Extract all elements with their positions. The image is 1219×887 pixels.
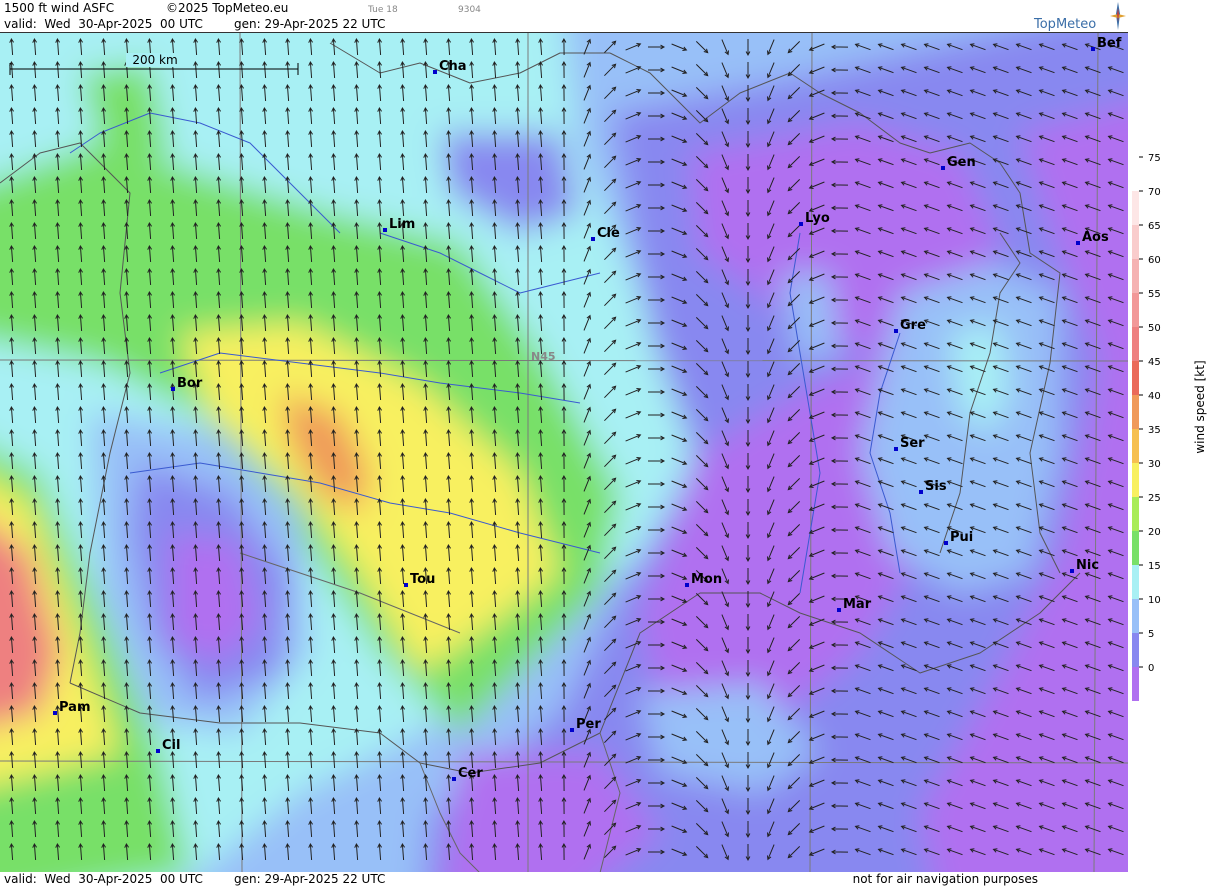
city-pam: Pam (53, 700, 91, 715)
generated-time: gen: 29-Apr-2025 22 UTC (234, 17, 386, 31)
legend-tick-label: 75 (1148, 153, 1161, 164)
legend-tick-label: 35 (1148, 425, 1161, 436)
legend-swatch (1132, 327, 1139, 361)
legend-tick-label: 5 (1148, 629, 1154, 640)
city-label: Lyo (805, 211, 830, 226)
legend-tick-label: 15 (1148, 561, 1161, 572)
city-label: Mar (843, 597, 872, 612)
city-marker (1076, 241, 1080, 245)
legend-swatch (1132, 497, 1139, 531)
city-marker (919, 490, 923, 494)
city-marker (837, 608, 841, 612)
legend-swatch (1132, 565, 1139, 599)
city-marker (404, 583, 408, 587)
map-footer: valid: Wed 30-Apr-2025 00 UTC gen: 29-Ap… (0, 872, 1130, 887)
city-marker (591, 237, 595, 241)
day-tag: Tue 18 (368, 5, 398, 15)
city-label: Ser (900, 436, 925, 451)
legend-swatch (1132, 633, 1139, 667)
city-marker (156, 749, 160, 753)
disclaimer-text: not for air navigation purposes (852, 872, 1038, 886)
city-marker (944, 541, 948, 545)
city-label: Mon (691, 572, 722, 587)
city-marker (171, 387, 175, 391)
legend-swatch (1132, 429, 1139, 463)
legend-swatch (1132, 463, 1139, 497)
footer-generated-time: gen: 29-Apr-2025 22 UTC (234, 872, 386, 886)
city-label: Gre (900, 318, 926, 333)
city-marker (799, 222, 803, 226)
city-label: Cil (162, 738, 180, 753)
footer-valid-time: valid: Wed 30-Apr-2025 00 UTC (4, 872, 203, 886)
city-label: Tou (410, 572, 435, 587)
legend-swatch (1132, 667, 1139, 701)
product-code: 9304 (458, 5, 481, 15)
city-marker (894, 329, 898, 333)
city-marker (452, 777, 456, 781)
legend-swatch (1132, 157, 1139, 191)
city-label: Sis (925, 479, 947, 494)
wind-speed-legend: 75 70 65 60 55 50 45 40 35 30 25 20 15 10 5 0 wind speed… (1128, 32, 1219, 872)
wind-map[interactable]: N45 200 km Cha Bef Gen Lim Cle Lyo Aos G… (0, 32, 1128, 874)
scale-bar-label: 200 km (132, 53, 177, 67)
city-label: Bef (1097, 36, 1122, 51)
city-marker (894, 447, 898, 451)
legend-tick-label: 40 (1148, 391, 1161, 402)
legend-swatch (1132, 599, 1139, 633)
city-marker (1091, 47, 1095, 51)
city-label: Bor (177, 376, 203, 391)
legend-swatch (1132, 191, 1139, 225)
map-header: 1500 ft wind ASFC ©2025 TopMeteo.eu Tue … (0, 0, 1130, 32)
city-marker (433, 70, 437, 74)
city-label: Aos (1082, 230, 1109, 245)
legend-tick-label: 65 (1148, 221, 1161, 232)
legend-tick-label: 70 (1148, 187, 1161, 198)
legend-tick-label: 50 (1148, 323, 1161, 334)
city-label: Cle (597, 226, 620, 241)
city-marker (1070, 569, 1074, 573)
legend-swatch (1132, 361, 1139, 395)
legend-tick-label: 55 (1148, 289, 1161, 300)
legend-swatch (1132, 395, 1139, 429)
city-label: Per (576, 717, 601, 732)
city-marker (941, 166, 945, 170)
city-marker (383, 228, 387, 232)
legend-tick-label: 60 (1148, 255, 1161, 266)
city-marker (685, 583, 689, 587)
legend-swatch (1132, 531, 1139, 565)
city-label: Nic (1076, 558, 1099, 573)
city-label: Lim (389, 217, 415, 232)
city-marker (53, 711, 57, 715)
topmeteo-logo[interactable]: TopMeteo (1032, 0, 1128, 32)
city-cha: Cha (433, 59, 467, 74)
legend-tick-label: 25 (1148, 493, 1161, 504)
legend-swatch (1132, 259, 1139, 293)
lat-label-n45: N45 (531, 350, 556, 363)
product-title: 1500 ft wind ASFC (4, 1, 115, 15)
city-mon: Mon (685, 572, 722, 587)
city-label: Cha (439, 59, 467, 74)
legend-tick-label: 0 (1148, 663, 1154, 674)
city-gen: Gen (941, 155, 976, 170)
legend-tick-label: 20 (1148, 527, 1161, 538)
legend-tick-label: 45 (1148, 357, 1161, 368)
compass-star-icon (1110, 2, 1126, 30)
city-label: Gen (947, 155, 976, 170)
city-label: Pui (950, 530, 973, 545)
city-mar: Mar (837, 597, 872, 612)
logo-text: TopMeteo (1034, 17, 1097, 32)
legend-tick-label: 10 (1148, 595, 1161, 606)
city-marker (570, 728, 574, 732)
legend-tick-label: 30 (1148, 459, 1161, 470)
valid-time: valid: Wed 30-Apr-2025 00 UTC (4, 17, 203, 31)
city-label: Cer (458, 766, 483, 781)
legend-title: wind speed [kt] (1193, 360, 1207, 453)
copyright-text: ©2025 TopMeteo.eu (166, 1, 289, 15)
legend-swatch (1132, 293, 1139, 327)
legend-swatch (1132, 225, 1139, 259)
city-label: Pam (59, 700, 91, 715)
